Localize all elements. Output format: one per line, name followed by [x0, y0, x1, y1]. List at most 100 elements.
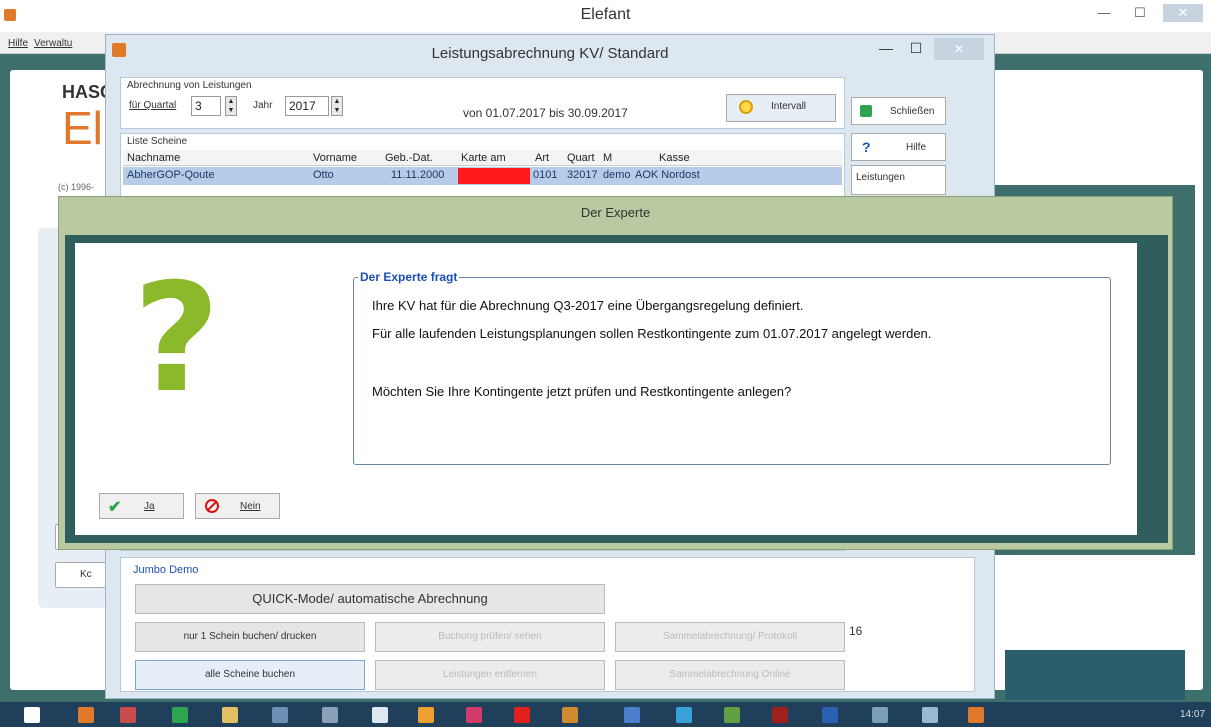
taskbar-app-icon[interactable]: [724, 707, 740, 723]
quartal-input[interactable]: 3: [191, 96, 221, 116]
menu-hilfe[interactable]: Hilfe: [8, 38, 28, 49]
leistungen-entfernen-button[interactable]: Leistungen entfernen: [375, 660, 605, 690]
nein-button[interactable]: Nein: [195, 493, 280, 519]
column-header[interactable]: Geb.-Dat.: [385, 152, 433, 164]
taskbar-app-icon[interactable]: [872, 707, 888, 723]
hilfe-button[interactable]: ? Hilfe: [851, 133, 946, 161]
dialog-title: Der Experte: [580, 205, 651, 220]
app-title: Elefant: [580, 6, 631, 23]
ja-label: Ja: [144, 501, 155, 512]
taskbar-app-icon[interactable]: [562, 707, 578, 723]
schliessen-label: Schließen: [890, 106, 935, 117]
cell-geb: 11.11.2000: [391, 169, 445, 181]
nur-ein-schein-button[interactable]: nur 1 Schein buchen/ drucken: [135, 622, 365, 652]
column-header[interactable]: Vorname: [313, 152, 357, 164]
alle-scheine-button[interactable]: alle Scheine buchen: [135, 660, 365, 690]
ja-button[interactable]: ✔ Ja: [99, 493, 184, 519]
elefant-taskbar-icon[interactable]: [968, 707, 984, 723]
taskbar-app-icon[interactable]: [172, 707, 188, 723]
schliessen-button[interactable]: Schließen: [851, 97, 946, 125]
minimize-icon[interactable]: —: [1091, 4, 1117, 22]
app-titlebar: Elefant — ☐ ✕: [0, 0, 1211, 32]
browser-icon[interactable]: [676, 707, 692, 723]
taskbar-app-icon[interactable]: [120, 707, 136, 723]
buchung-pruefen-button[interactable]: Buchung prüfen/ sehen: [375, 622, 605, 652]
acrobat-icon[interactable]: [514, 707, 530, 723]
copyright-text: (c) 1996-: [58, 182, 95, 192]
experte-fragt-box: Der Experte fragt Ihre KV hat für die Ab…: [353, 270, 1111, 465]
cell-karte-missing: [458, 168, 530, 184]
cell-nachname: AbherGOP-Qoute: [127, 169, 215, 181]
group-label: Liste Scheine: [127, 136, 188, 147]
column-header[interactable]: Quart: [567, 152, 595, 164]
taskbar-app-icon[interactable]: [418, 707, 434, 723]
jahr-stepper[interactable]: ▲ ▼: [331, 96, 343, 116]
table-row[interactable]: AbherGOP-Qoute Otto 11.11.2000 0101 3201…: [123, 167, 842, 185]
cell-quart: 32017: [567, 169, 598, 181]
jumbo-group: Jumbo Demo QUICK-Mode/ automatische Abre…: [120, 557, 975, 692]
minimize-icon[interactable]: —: [876, 40, 896, 60]
cell-vorname: Otto: [313, 169, 334, 181]
period-text: von 01.07.2017 bis 30.09.2017: [463, 106, 628, 120]
jumbo-label: Jumbo Demo: [133, 564, 199, 576]
close-icon[interactable]: ✕: [1163, 4, 1203, 22]
quartal-stepper[interactable]: ▲ ▼: [225, 96, 237, 116]
column-header[interactable]: M: [603, 152, 612, 164]
taskbar-app-icon[interactable]: [272, 707, 288, 723]
sammelabrechnung-button[interactable]: Sammelabrechnung/ Protokoll: [615, 622, 845, 652]
cell-kasse: AOK Nordost: [635, 169, 700, 181]
liste-scheine-group: Liste Scheine Nachname Vorname Geb.-Dat.…: [120, 133, 845, 203]
leistungen-panel: Leistungen: [851, 165, 946, 195]
cancel-icon: [205, 499, 219, 513]
taskbar-app-icon[interactable]: [466, 707, 482, 723]
dialog-content: ? Der Experte fragt Ihre KV hat für die …: [75, 243, 1137, 487]
column-header[interactable]: Kasse: [659, 152, 690, 164]
menu-verwaltung[interactable]: Verwaltu: [34, 38, 72, 49]
column-header[interactable]: Art: [535, 152, 549, 164]
clock-icon: [739, 100, 753, 114]
side-button-kc[interactable]: Kc: [55, 562, 110, 588]
maximize-icon[interactable]: ☐: [1127, 4, 1153, 22]
start-icon[interactable]: [24, 707, 40, 723]
taskbar-app-icon[interactable]: [372, 707, 388, 723]
taskbar-app-icon[interactable]: [78, 707, 94, 723]
word-icon[interactable]: [822, 707, 838, 723]
window-title: Leistungsabrechnung KV/ Standard: [431, 45, 669, 62]
table-header: Nachname Vorname Geb.-Dat. Karte am Art …: [123, 150, 842, 166]
column-header[interactable]: Nachname: [127, 152, 180, 164]
exit-icon: [860, 105, 872, 117]
taskbar-app-icon[interactable]: [624, 707, 640, 723]
jahr-label: Jahr: [253, 100, 273, 111]
quick-mode-button[interactable]: QUICK-Mode/ automatische Abrechnung: [135, 584, 605, 614]
intervall-label: Intervall: [771, 101, 807, 112]
jahr-input[interactable]: 2017: [285, 96, 329, 116]
app-window-controls: — ☐ ✕: [1091, 4, 1203, 22]
help-icon: ?: [862, 139, 871, 155]
message-line: Ihre KV hat für die Abrechnung Q3-2017 e…: [372, 298, 804, 313]
column-header[interactable]: Karte am: [461, 152, 506, 164]
hilfe-label: Hilfe: [906, 142, 927, 153]
dialog-button-row: ✔ Ja Nein: [75, 487, 1137, 535]
taskbar-app-icon[interactable]: [772, 707, 788, 723]
close-icon[interactable]: ✕: [934, 38, 984, 60]
abrechnung-group: Abrechnung von Leistungen für Quartal 3 …: [120, 77, 845, 129]
clock-text: 14:07: [1180, 709, 1206, 720]
checkmark-icon: ✔: [108, 499, 122, 516]
taskbar-app-icon[interactable]: [322, 707, 338, 723]
taskbar-app-icon[interactable]: [922, 707, 938, 723]
folder-icon[interactable]: [222, 707, 238, 723]
cell-m: demo: [603, 169, 631, 181]
quartal-label: für Quartal: [129, 100, 177, 111]
count-value: 16: [849, 624, 863, 638]
message-line: Für alle laufenden Leistungsplanungen so…: [372, 326, 932, 341]
experte-dialog: Der Experte ? Der Experte fragt Ihre KV …: [58, 196, 1173, 550]
maximize-icon[interactable]: ☐: [906, 40, 926, 60]
online-button[interactable]: Sammelabrechnung Online: [615, 660, 845, 690]
taskbar: 14:07: [0, 702, 1211, 727]
nein-label: Nein: [240, 501, 261, 512]
question-mark-icon: ?: [133, 252, 221, 426]
experte-fragt-legend: Der Experte fragt: [358, 270, 460, 284]
intervall-button[interactable]: Intervall: [726, 94, 836, 122]
dialog-body: ? Der Experte fragt Ihre KV hat für die …: [65, 235, 1168, 543]
group-label: Abrechnung von Leistungen: [127, 80, 252, 91]
